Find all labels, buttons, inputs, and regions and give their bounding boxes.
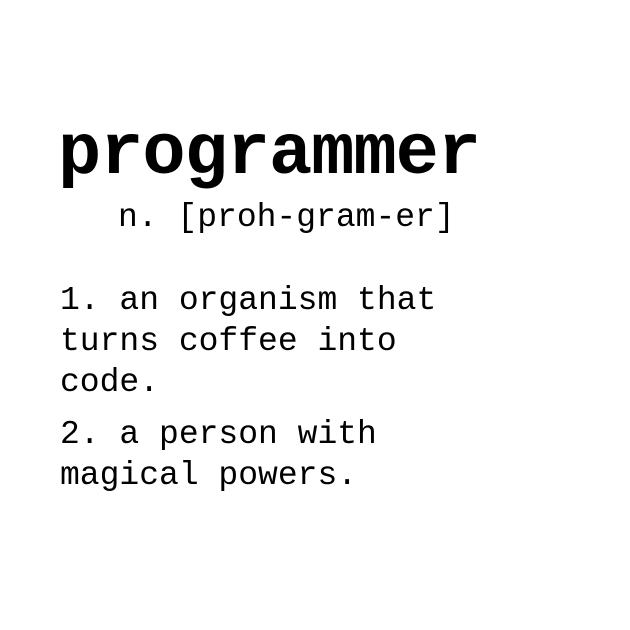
pronunciation: n. [proh-gram-er] xyxy=(118,199,455,236)
definition-2: 2. a person with magical powers. xyxy=(60,416,377,494)
word-title: programmer xyxy=(58,113,481,195)
definition-1: 1. an organism that turns coffee into co… xyxy=(60,282,437,401)
